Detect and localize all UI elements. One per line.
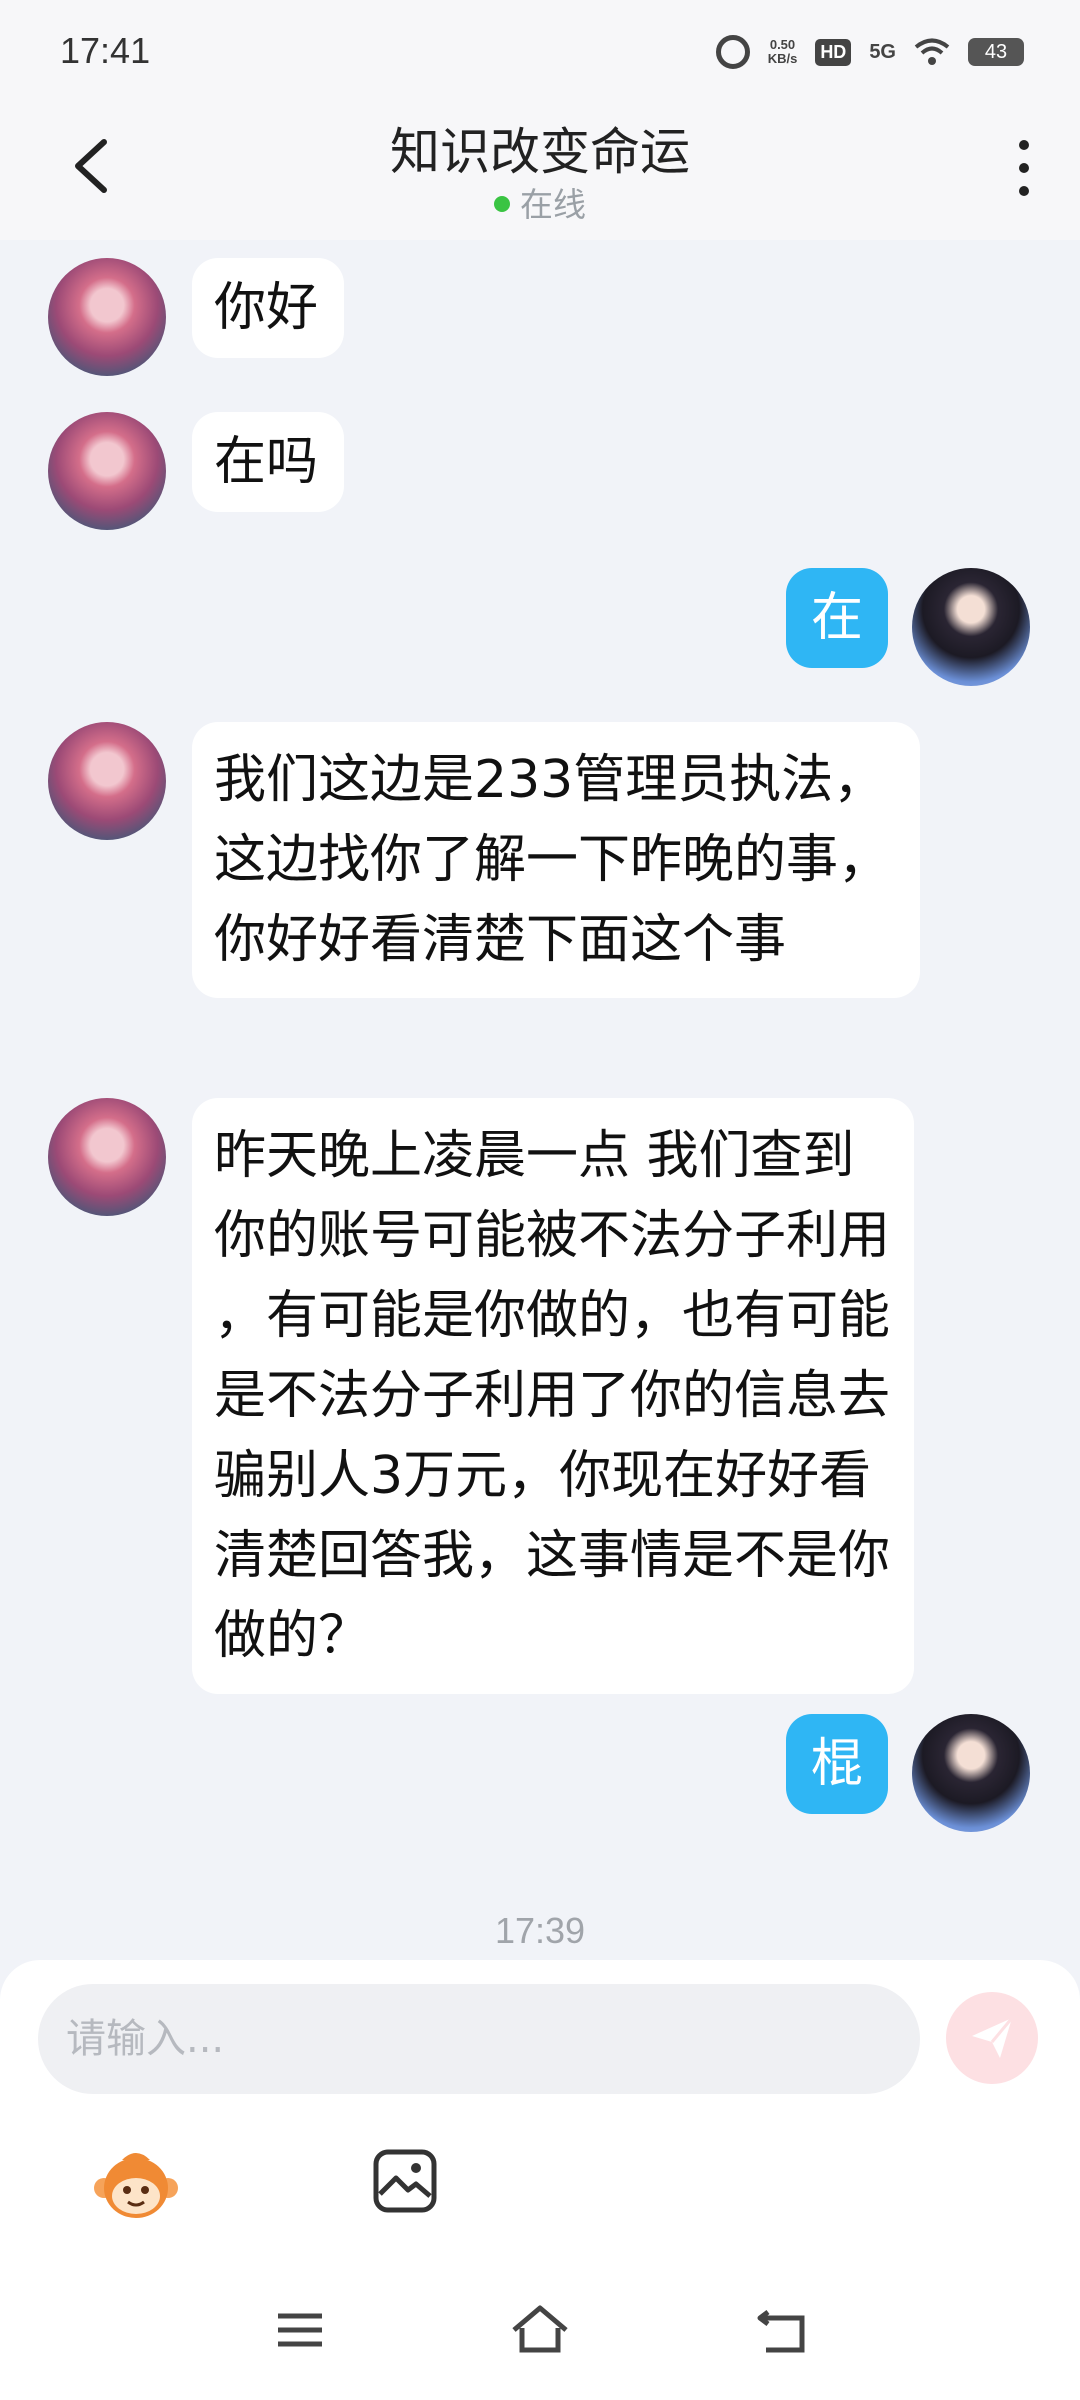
my-avatar[interactable] [912,1714,1030,1832]
contact-avatar[interactable] [48,1098,166,1216]
hd-icon: HD [815,38,852,66]
alarm-icon [715,34,750,70]
system-nav-bar [0,2300,1080,2360]
contact-avatar[interactable] [48,412,166,530]
message-input[interactable] [38,1984,920,2094]
online-dot-icon [494,195,510,212]
contact-avatar[interactable] [48,722,166,840]
back-nav-icon[interactable] [752,2300,812,2360]
message-bubble: 昨天晚上凌晨一点 我们查到你的账号可能被不法分子利用 ，有可能是你做的，也有可能… [192,1098,914,1694]
paper-plane-icon [972,2017,1014,2058]
monkey-emoji-icon[interactable] [92,2146,180,2226]
my-message-bubble: 在 [786,568,888,668]
battery-icon: 43 [968,38,1024,66]
status-time: 17:41 [60,30,151,71]
battery-level: 43 [984,40,1008,63]
network-speed: 0.50 KB/s [768,38,798,66]
online-status: 在线 [0,178,1080,226]
image-icon[interactable] [372,2148,438,2214]
message-bubble: 在吗 [192,412,344,512]
online-status-text: 在线 [520,185,586,224]
wifi-icon [914,38,950,65]
contact-avatar[interactable] [48,258,166,376]
my-message-bubble: 棍 [786,1714,888,1814]
chat-title: 知识改变命运 [390,123,690,181]
menu-icon[interactable] [270,2300,330,2360]
message-timestamp: 17:39 [494,1910,586,1951]
network-type: 5G [869,40,896,63]
speed-value: 0.50 [769,37,796,52]
top-bar: 17:41 0.50 KB/s HD 5G 43 知识改变命运 在线 [0,0,1080,240]
speed-unit: KB/s [767,51,798,66]
home-icon[interactable] [510,2300,570,2360]
my-avatar[interactable] [912,568,1030,686]
message-bubble: 你好 [192,258,344,358]
send-button[interactable] [946,1992,1038,2084]
status-icons: 0.50 KB/s HD 5G 43 [715,34,1024,70]
more-options-icon[interactable] [1012,140,1036,196]
message-bubble: 我们这边是233管理员执法，这边找你了解一下昨晚的事，你好好看清楚下面这个事 [192,722,920,998]
